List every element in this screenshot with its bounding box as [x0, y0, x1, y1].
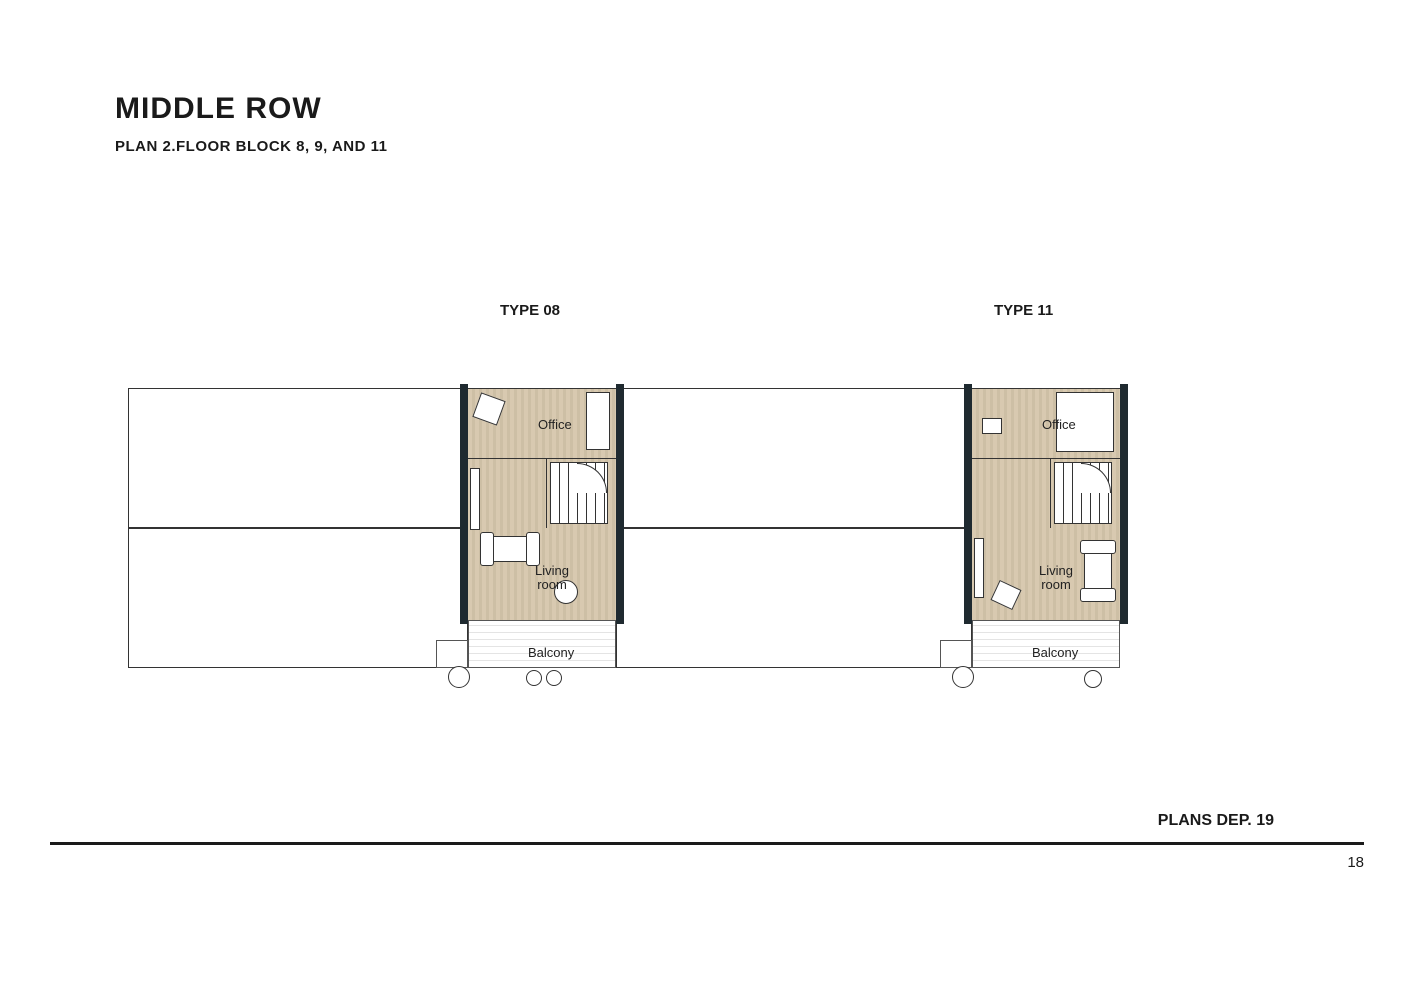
room-label-balcony: Balcony: [528, 646, 574, 660]
balcony-extension: [940, 640, 972, 668]
room-label-living: Living room: [530, 564, 574, 593]
floor-plan: Office Living room Balcon: [128, 388, 1120, 668]
living-line2: room: [537, 577, 567, 592]
unit-type-08: Office Living room Balcon: [468, 388, 616, 620]
type-label-08: TYPE 08: [500, 302, 560, 319]
plan-outline: [128, 388, 468, 528]
footer-rule: [50, 842, 1364, 845]
living-line1: Living: [535, 563, 569, 578]
room-label-balcony: Balcony: [1032, 646, 1078, 660]
plan-outline: [616, 528, 972, 668]
balcony-extension: [436, 640, 468, 668]
page-number: 18: [1347, 854, 1364, 871]
balcony: [972, 620, 1120, 668]
plan-outline: [616, 388, 972, 528]
room-label-living: Living room: [1034, 564, 1078, 593]
type-label-11: TYPE 11: [994, 302, 1053, 319]
page-subtitle: PLAN 2.FLOOR BLOCK 8, 9, AND 11: [115, 138, 388, 155]
living-line1: Living: [1039, 563, 1073, 578]
room-label-office: Office: [538, 418, 572, 432]
unit-type-11: Office Living room Balcony: [972, 388, 1120, 620]
stairs-icon: [550, 462, 608, 524]
page-title: MIDDLE ROW: [115, 92, 322, 126]
balcony: [468, 620, 616, 668]
footer-label: PLANS DEP. 19: [1158, 812, 1274, 830]
plan-outline: [128, 528, 468, 668]
room-label-office: Office: [1042, 418, 1076, 432]
living-line2: room: [1041, 577, 1071, 592]
stairs-icon: [1054, 462, 1112, 524]
